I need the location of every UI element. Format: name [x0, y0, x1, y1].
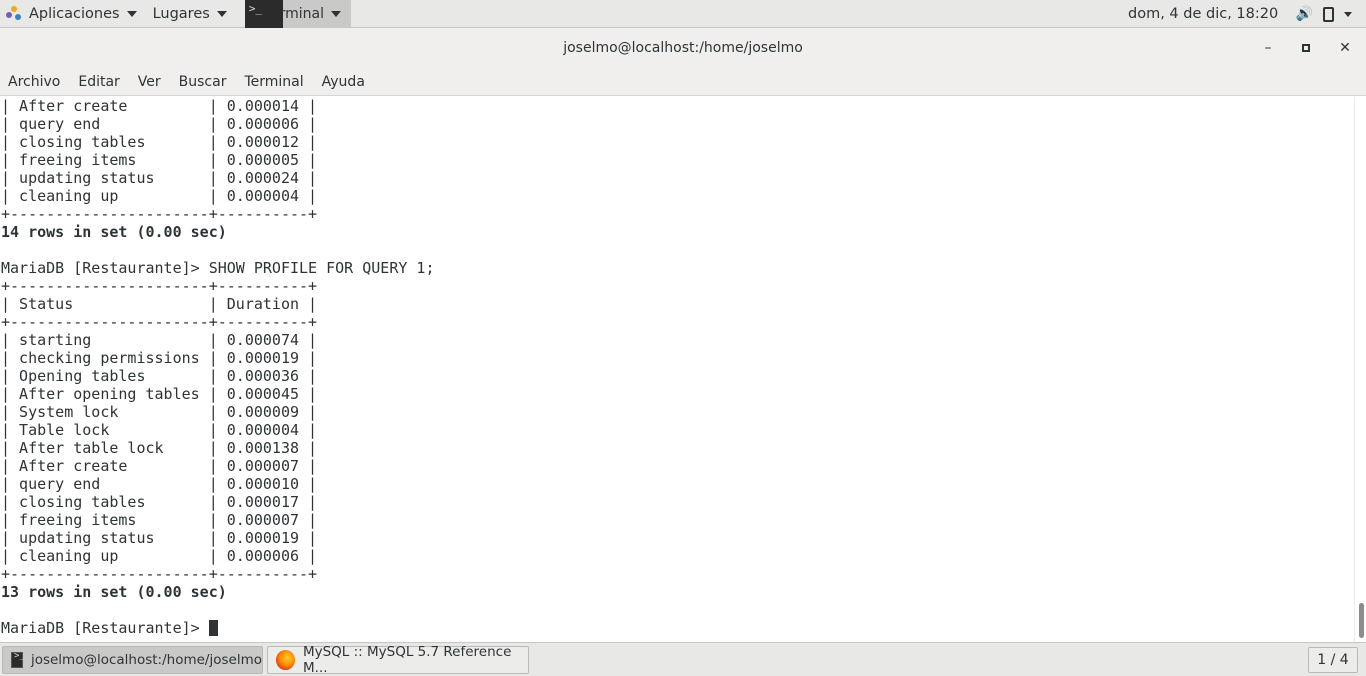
terminal-line: | Status | Duration | [1, 295, 318, 313]
firefox-icon [276, 650, 295, 670]
menu-editar[interactable]: Editar [78, 74, 119, 90]
menu-ver[interactable]: Ver [138, 74, 161, 90]
chevron-down-icon [126, 10, 137, 17]
menu-buscar[interactable]: Buscar [179, 74, 227, 90]
terminal-line: MariaDB [Restaurante]> SHOW PROFILE FOR … [1, 259, 435, 277]
terminal-line: | freeing items | 0.000005 | [1, 151, 318, 169]
terminal-icon: >_ [11, 651, 25, 668]
terminal-line: | After opening tables | 0.000045 | [1, 385, 318, 403]
terminal-line: | freeing items | 0.000007 | [1, 511, 318, 529]
menubar: Archivo Editar Ver Buscar Terminal Ayuda [0, 68, 1366, 96]
menu-terminal[interactable]: Terminal [244, 74, 303, 90]
terminal-cursor [208, 620, 218, 636]
terminal-line: +----------------------+----------+ [1, 313, 318, 331]
chevron-down-icon [1344, 11, 1352, 17]
task-firefox[interactable]: MySQL :: MySQL 5.7 Reference M... [267, 644, 529, 676]
chevron-down-icon [216, 10, 227, 17]
task-terminal[interactable]: >_ joselmo@localhost:/home/joselmo [2, 646, 263, 674]
places-label: Lugares [152, 5, 210, 22]
terminal-line: | updating status | 0.000024 | [1, 169, 318, 187]
terminal-line: +----------------------+----------+ [1, 205, 318, 223]
terminal-line: | updating status | 0.000019 | [1, 529, 318, 547]
applications-label: Aplicaciones [29, 5, 120, 22]
terminal-line: | After table lock | 0.000138 | [1, 439, 318, 457]
applications-icon [6, 5, 22, 22]
terminal-line: | Opening tables | 0.000036 | [1, 367, 318, 385]
top-panel: Aplicaciones Lugares >_ Terminal dom, 4 … [0, 0, 1366, 28]
menu-archivo[interactable]: Archivo [8, 74, 60, 90]
window-titlebar[interactable]: joselmo@localhost:/home/joselmo [0, 28, 1366, 68]
terminal-icon: >_ [244, 0, 283, 28]
places-menu[interactable]: Lugares [147, 0, 237, 28]
terminal-line: | starting | 0.000074 | [1, 331, 318, 349]
window-title: joselmo@localhost:/home/joselmo [563, 40, 803, 56]
terminal-line: | cleaning up | 0.000004 | [1, 187, 318, 205]
taskbar: >_ joselmo@localhost:/home/joselmo MySQL… [0, 642, 1366, 676]
terminal-scrollbar[interactable] [1354, 97, 1366, 642]
terminal-line: | closing tables | 0.000012 | [1, 133, 318, 151]
terminal-line: | query end | 0.000010 | [1, 475, 318, 493]
terminal-line: 13 rows in set (0.00 sec) [1, 583, 227, 601]
clock[interactable]: dom, 4 de dic, 18:20 [1128, 0, 1278, 28]
terminal-line: +----------------------+----------+ [1, 565, 318, 583]
maximize-icon [1302, 44, 1310, 52]
task-label: joselmo@localhost:/home/joselmo [30, 652, 262, 668]
task-label: MySQL :: MySQL 5.7 Reference M... [302, 644, 512, 676]
terminal-line: | cleaning up | 0.000006 | [1, 547, 318, 565]
terminal-line: | Table lock | 0.000004 | [1, 421, 318, 439]
minimize-button[interactable]: – [1253, 28, 1283, 68]
chevron-down-icon [330, 10, 341, 17]
menu-ayuda[interactable]: Ayuda [322, 74, 365, 90]
close-button[interactable]: ✕ [1330, 28, 1360, 68]
scrollbar-thumb[interactable] [1359, 603, 1364, 638]
applications-menu[interactable]: Aplicaciones [0, 0, 147, 28]
terminal-line: | closing tables | 0.000017 | [1, 493, 318, 511]
terminal-line: 14 rows in set (0.00 sec) [1, 223, 227, 241]
terminal-line: | query end | 0.000006 | [1, 115, 318, 133]
system-status-area[interactable]: 🔊 [1296, 0, 1352, 28]
active-app-menu[interactable]: >_ Terminal [244, 0, 351, 28]
maximize-button[interactable] [1291, 28, 1321, 68]
terminal-line: | System lock | 0.000009 | [1, 403, 318, 421]
terminal-line: +----------------------+----------+ [1, 277, 318, 295]
terminal-output[interactable]: | After create | 0.000014 | | query end |… [0, 97, 1354, 642]
terminal-line: | checking permissions | 0.000019 | [1, 349, 318, 367]
terminal-line: | After create | 0.000007 | [1, 457, 318, 475]
volume-icon: 🔊 [1295, 6, 1313, 22]
battery-icon [1323, 6, 1334, 22]
workspace-switcher[interactable]: 1 / 4 [1308, 647, 1358, 673]
terminal-line: | After create | 0.000014 | [1, 97, 318, 115]
terminal-line: MariaDB [Restaurante]> [1, 619, 218, 637]
